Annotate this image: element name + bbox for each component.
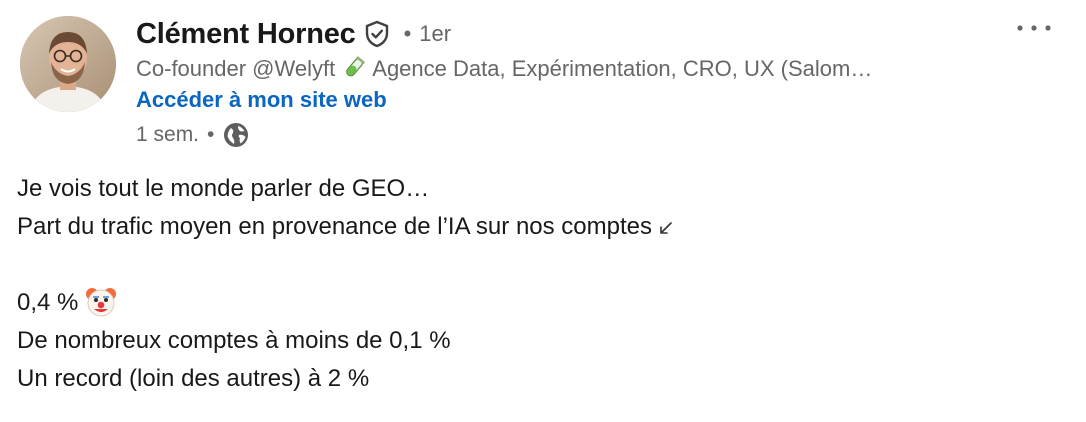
- clown-face-icon: [84, 284, 118, 318]
- post-line-3: [17, 246, 1057, 284]
- author-headline: Co-founder @Welyft Agence Data, Expérime…: [136, 55, 976, 83]
- separator-dot: •: [403, 21, 412, 46]
- arrow-down-left-icon: [658, 210, 674, 234]
- author-avatar[interactable]: [20, 16, 116, 112]
- more-options-button[interactable]: [1014, 14, 1054, 42]
- headline-part-2: Agence Data, Expérimentation, CRO, UX (S…: [372, 56, 873, 81]
- author-name[interactable]: Clément Hornec: [136, 18, 356, 51]
- connection-degree: 1er: [419, 21, 452, 46]
- feed-post: Clément Hornec • 1er Co-founder @Welyft …: [0, 0, 1086, 422]
- separator-dot: •: [207, 123, 215, 146]
- website-link[interactable]: Accéder à mon site web: [136, 86, 387, 114]
- more-horizontal-icon: [1016, 24, 1052, 32]
- post-meta: 1 sem. •: [136, 120, 250, 150]
- post-body: Je vois tout le monde parler de GEO… Par…: [17, 170, 1057, 398]
- globe-icon: [222, 121, 250, 149]
- post-line-4: 0,4 %: [17, 284, 1057, 322]
- author-name-row: Clément Hornec • 1er: [136, 14, 451, 54]
- post-line-5: De nombreux comptes à moins de 0,1 %: [17, 327, 451, 354]
- verified-shield-icon: [362, 19, 392, 49]
- post-time[interactable]: 1 sem.: [136, 123, 199, 147]
- post-line-1: Je vois tout le monde parler de GEO…: [17, 175, 430, 202]
- test-tube-icon: [343, 56, 366, 80]
- headline-part-1: Co-founder @Welyft: [136, 56, 336, 81]
- post-line-2: Part du trafic moyen en provenance de l’…: [17, 208, 1057, 246]
- post-line-6: Un record (loin des autres) à 2 %: [17, 365, 370, 392]
